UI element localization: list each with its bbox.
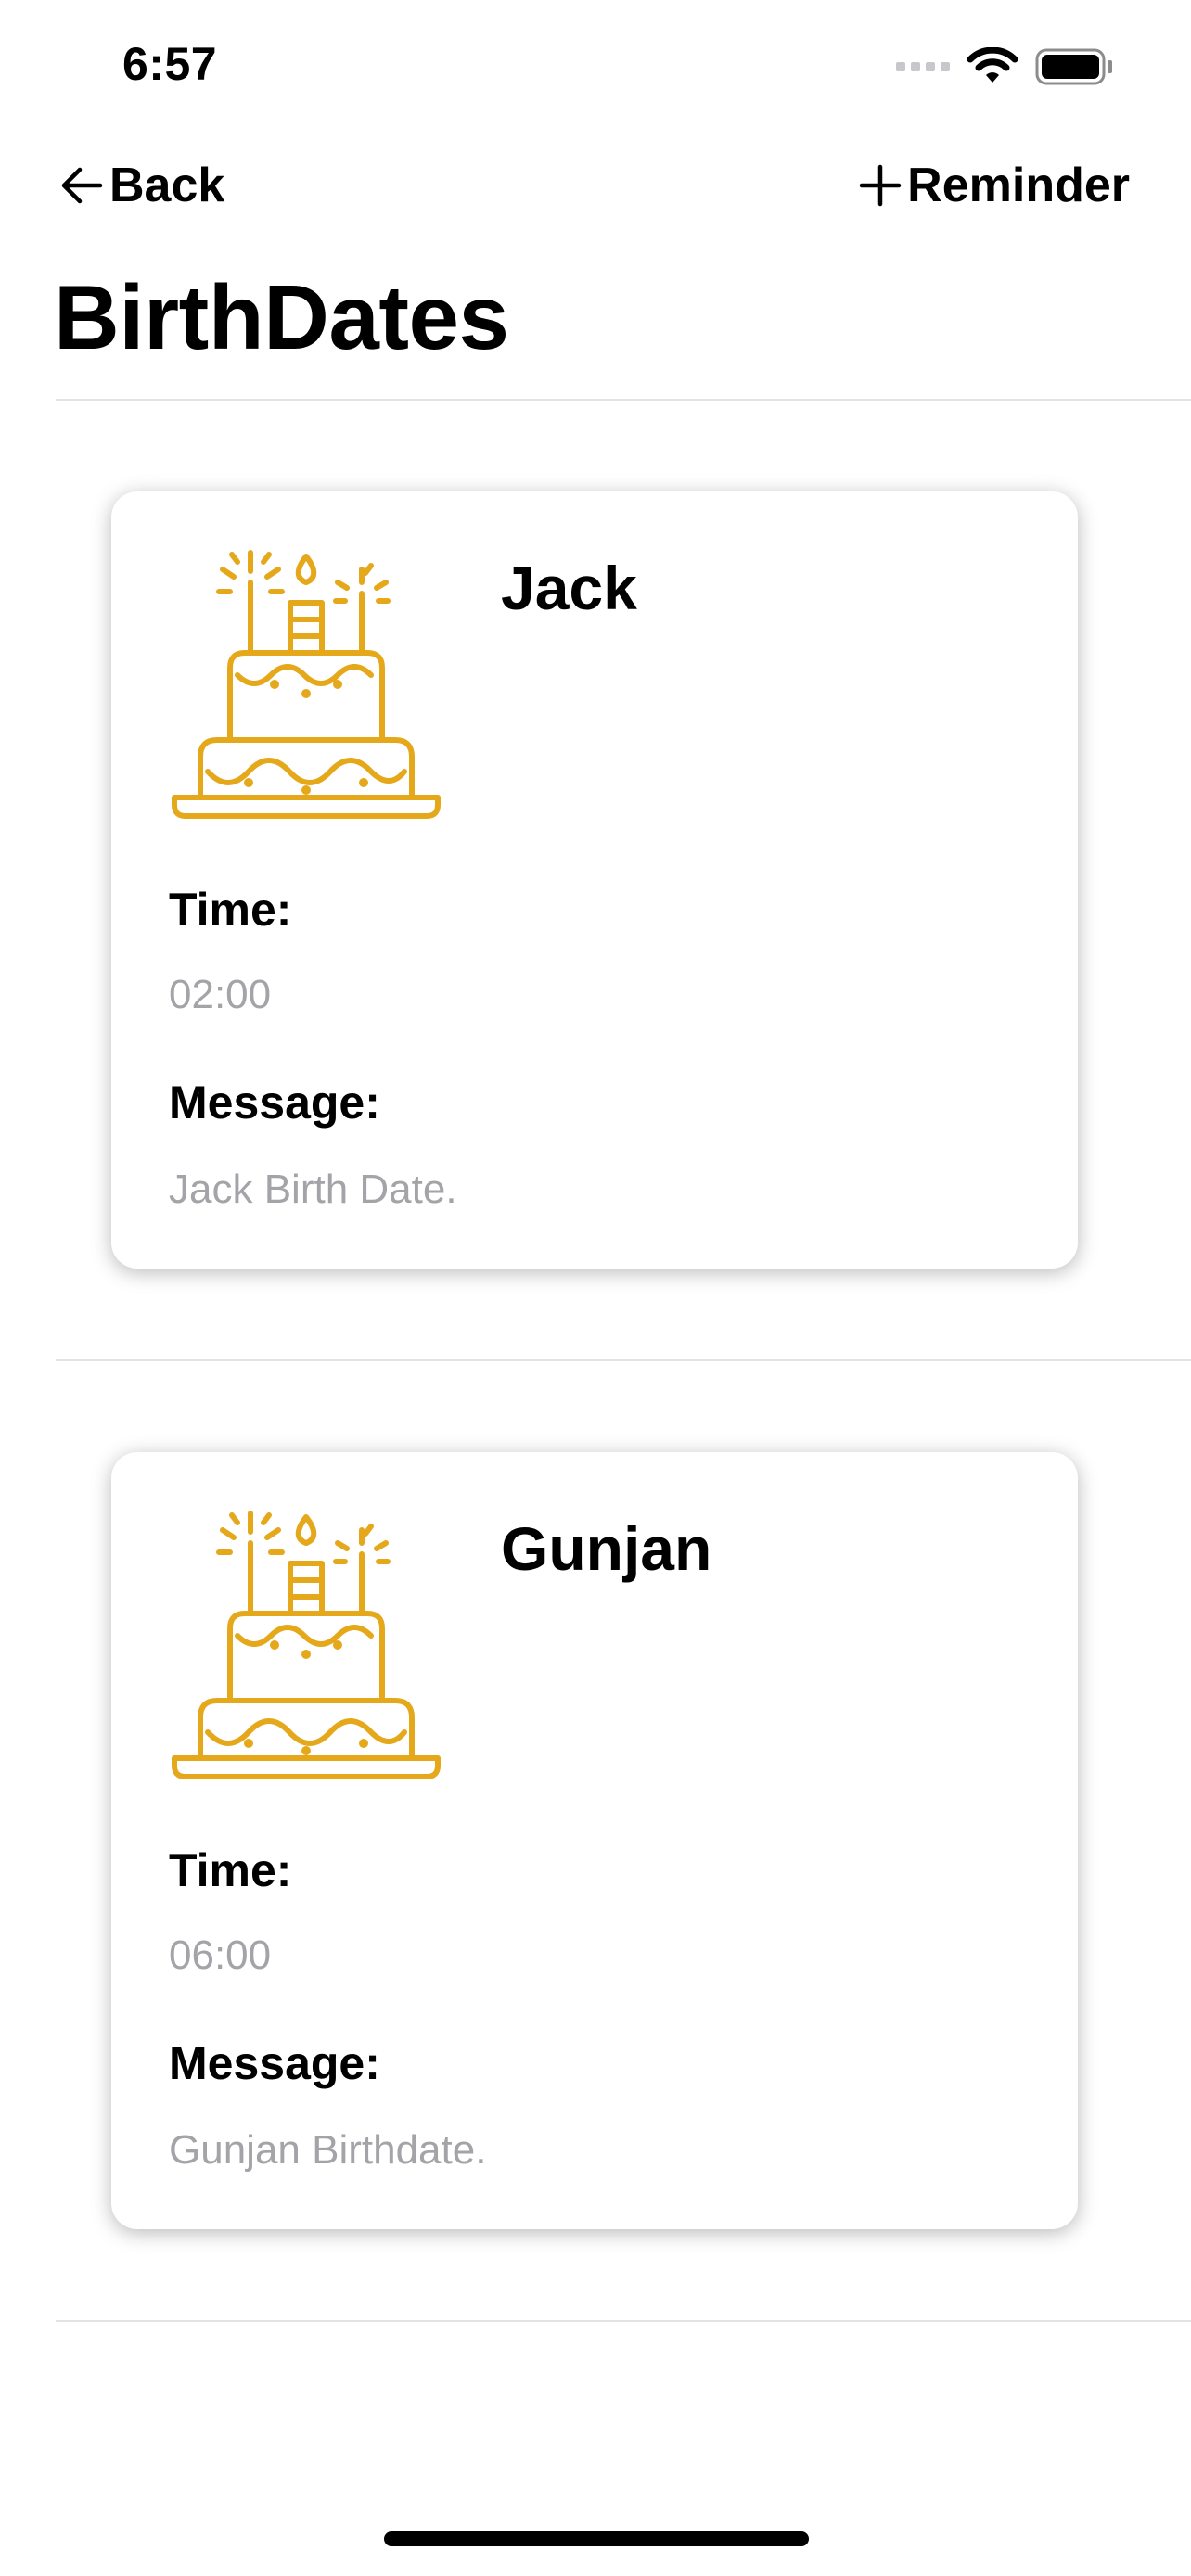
add-reminder-button[interactable]: Reminder [857,158,1130,213]
arrow-left-icon [61,167,103,204]
header-divider [56,399,1191,401]
birthday-cake-icon [172,1511,441,1779]
add-reminder-label: Reminder [907,159,1130,212]
reminder-card[interactable]: Gunjan Time: 06:00 Message: Gunjan Birth… [111,1452,1078,2229]
back-button[interactable]: Back [56,158,224,213]
home-indicator[interactable] [384,2531,809,2546]
time-label: Time: [169,1844,292,1896]
time-value: 02:00 [169,972,272,1017]
row-divider [56,1359,1191,1361]
message-value: Jack Birth Date. [169,1167,457,1212]
reminder-card[interactable]: Jack Time: 02:00 Message: Jack Birth Dat… [111,491,1078,1269]
cellular-signal-icon [896,62,950,71]
time-label: Time: [169,884,292,936]
message-label: Message: [169,1077,380,1129]
time-value: 06:00 [169,1932,272,1978]
status-bar: 6:57 [0,0,1191,130]
message-value: Gunjan Birthdate. [169,2127,487,2173]
battery-icon [1035,48,1112,85]
message-label: Message: [169,2037,380,2089]
status-time: 6:57 [122,38,218,90]
wifi-icon [967,47,1018,83]
row-divider [56,2320,1191,2322]
status-icons [896,45,1115,89]
plus-icon [859,164,902,207]
reminder-name: Gunjan [501,1514,712,1583]
back-label: Back [109,159,225,212]
birthday-cake-icon [172,550,441,819]
page-title: BirthDates [54,266,509,368]
reminder-name: Jack [501,554,637,622]
